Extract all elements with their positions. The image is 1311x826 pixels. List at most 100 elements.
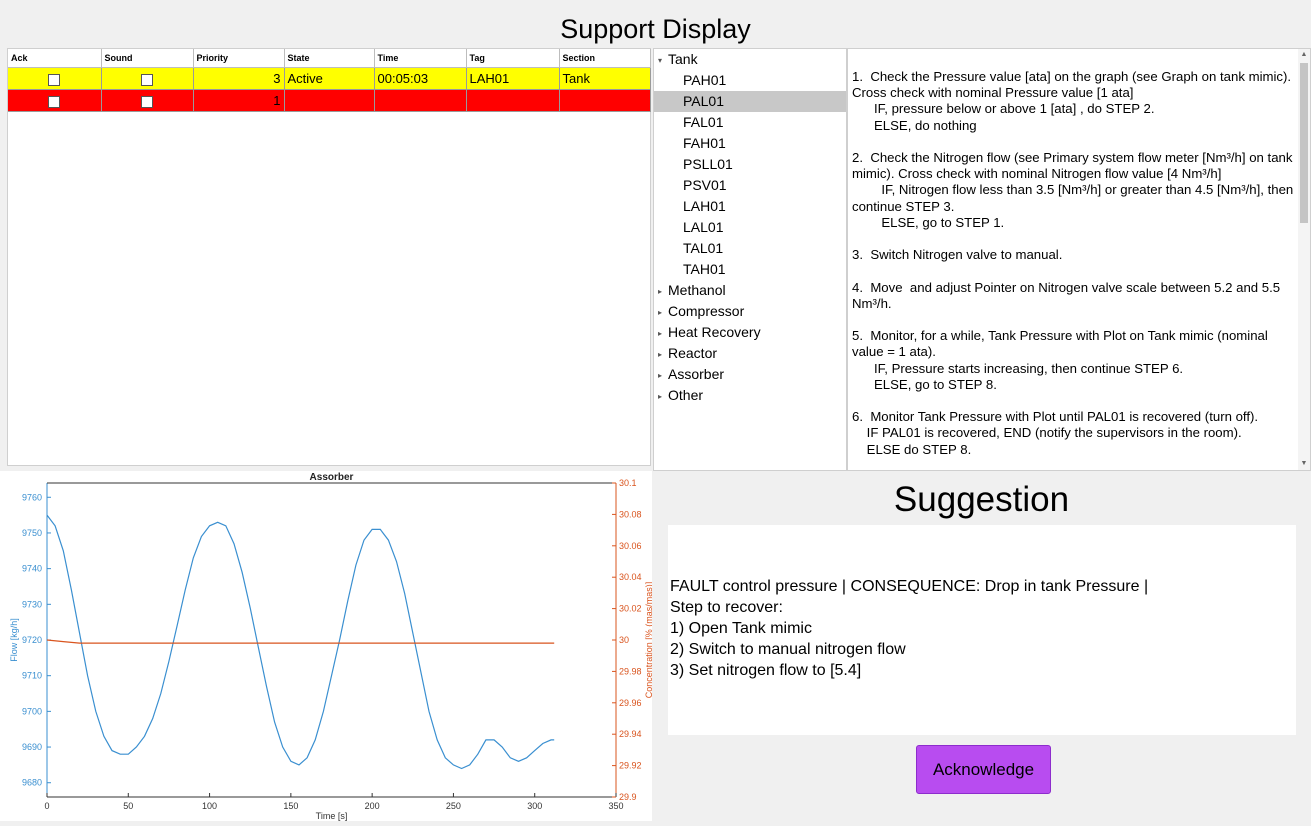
acknowledge-button[interactable]: Acknowledge (916, 745, 1051, 794)
y-tick-label-left: 9680 (22, 778, 42, 788)
column-header-sound[interactable]: Sound (101, 49, 194, 68)
y-tick-label-left: 9700 (22, 706, 42, 716)
procedure-scrollbar[interactable]: ▲ ▼ (1298, 49, 1310, 470)
y-tick-label-right: 30.1 (619, 478, 637, 488)
tree-leaf[interactable]: LAH01 (654, 196, 846, 217)
sound-checkbox[interactable] (141, 95, 153, 108)
y-tick-label-left: 9690 (22, 742, 42, 752)
sound-cell (101, 89, 194, 112)
caret-right-icon[interactable]: ▸ (658, 281, 668, 302)
procedure-panel: 1. Check the Pressure value [ata] on the… (847, 48, 1311, 471)
page-title: Support Display (560, 14, 751, 44)
tree-node-label: Other (668, 387, 704, 403)
y-tick-label-left: 9760 (22, 492, 42, 502)
y-tick-label-right: 29.92 (619, 761, 642, 771)
column-header-state[interactable]: State (284, 49, 375, 68)
suggestion-title: Suggestion (893, 480, 1070, 519)
x-tick-label: 100 (202, 801, 217, 811)
time-cell: 00:05:04 (374, 89, 467, 112)
y-tick-label-right: 30 (619, 635, 629, 645)
alarm-row[interactable]: 1 Active 00:05:04 PAL01 Tank (8, 89, 651, 112)
chart-svg: Assorber 0 50 100 150 200 250 300 350 9680 9690 970… (9, 472, 654, 821)
tree-node-label: Assorber (668, 366, 725, 382)
caret-right-icon[interactable]: ▸ (658, 302, 668, 323)
state-cell: Active (284, 89, 375, 112)
tree-leaf[interactable]: LAL01 (654, 217, 846, 238)
alarm-table-header: Ack Sound Priority State Time Tag Sectio… (8, 49, 651, 68)
tree-node-methanol[interactable]: ▸ Methanol (654, 280, 846, 301)
scroll-thumb[interactable] (1300, 63, 1308, 223)
procedure-text: 1. Check the Pressure value [ata] on the… (852, 69, 1294, 457)
tree-node-heat-recovery[interactable]: ▸ Heat Recovery (654, 322, 846, 343)
x-axis-label: Time [s] (316, 811, 348, 821)
caret-right-icon[interactable]: ▸ (658, 365, 668, 386)
caret-right-icon[interactable]: ▸ (658, 386, 668, 407)
caret-down-icon[interactable]: ▾ (658, 50, 668, 71)
caret-right-icon[interactable]: ▸ (658, 323, 668, 344)
ack-checkbox[interactable] (48, 73, 61, 86)
sound-checkbox[interactable] (141, 73, 153, 86)
tree-node-compressor[interactable]: ▸ Compressor (654, 301, 846, 322)
x-tick-label: 50 (123, 801, 133, 811)
tree-leaf[interactable]: PSV01 (654, 175, 846, 196)
section-tree: ▾ Tank PAH01 PAL01 FAL01 FAH01 PSLL01 PSV… (653, 48, 847, 471)
y-tick-label-right: 29.98 (619, 666, 642, 676)
x-tick-label: 150 (283, 801, 298, 811)
section-cell: Tank (559, 67, 651, 90)
tag-cell: LAH01 (466, 67, 560, 90)
y-tick-label-right: 30.02 (619, 604, 642, 614)
y-tick-label-right: 29.94 (619, 729, 642, 739)
tree-node-label: Heat Recovery (668, 324, 761, 340)
y-axis-label-right: Concentration [% (mas/mas)] (644, 582, 652, 699)
ack-cell (8, 67, 102, 90)
scroll-up-icon[interactable]: ▲ (1298, 49, 1310, 61)
tree-node-other[interactable]: ▸ Other (654, 385, 846, 406)
tree-node-tank[interactable]: ▾ Tank (654, 49, 846, 70)
x-tick-label: 250 (446, 801, 461, 811)
tree-leaf[interactable]: FAH01 (654, 133, 846, 154)
y-tick-label-right: 30.08 (619, 509, 642, 519)
section-cell: Tank (559, 89, 651, 112)
y-tick-label-right: 29.9 (619, 792, 637, 802)
y-tick-label-left: 9740 (22, 564, 42, 574)
y-tick-label-right: 29.96 (619, 698, 642, 708)
tree-leaf[interactable]: TAH01 (654, 259, 846, 280)
y-tick-label-right: 30.06 (619, 541, 642, 551)
state-cell: Active (284, 67, 375, 90)
priority-cell: 3 (193, 67, 285, 90)
y-axis-label-left: Flow [kg/h] (9, 618, 19, 662)
alarm-row[interactable]: 3 Active 00:05:03 LAH01 Tank (8, 67, 651, 90)
x-tick-label: 200 (365, 801, 380, 811)
chart-title: Assorber (310, 472, 354, 483)
assorber-chart: Assorber 0 50 100 150 200 250 300 350 9680 9690 970… (0, 471, 654, 821)
x-tick-label: 300 (527, 801, 542, 811)
tree-leaf[interactable]: FAL01 (654, 112, 846, 133)
tree-leaf[interactable]: PSLL01 (654, 154, 846, 175)
tree-node-reactor[interactable]: ▸ Reactor (654, 343, 846, 364)
column-header-section[interactable]: Section (559, 49, 651, 68)
x-tick-label: 0 (44, 801, 49, 811)
alarm-table: Ack Sound Priority State Time Tag Sectio… (7, 48, 651, 466)
y-tick-label-left: 9730 (22, 599, 42, 609)
ack-checkbox[interactable] (48, 95, 61, 108)
column-header-tag[interactable]: Tag (466, 49, 560, 68)
column-header-ack[interactable]: Ack (8, 49, 102, 68)
caret-right-icon[interactable]: ▸ (658, 344, 668, 365)
tree-leaf[interactable]: PAH01 (654, 70, 846, 91)
tree-leaf[interactable]: TAL01 (654, 238, 846, 259)
column-header-time[interactable]: Time (374, 49, 467, 68)
time-cell: 00:05:03 (374, 67, 467, 90)
priority-cell: 1 (193, 89, 285, 112)
tree-leaf-selected[interactable]: PAL01 (654, 91, 846, 112)
column-header-priority[interactable]: Priority (193, 49, 285, 68)
y-tick-label-left: 9720 (22, 635, 42, 645)
tree-node-assorber[interactable]: ▸ Assorber (654, 364, 846, 385)
y-tick-label-right: 30.04 (619, 572, 642, 582)
scroll-down-icon[interactable]: ▼ (1298, 458, 1310, 470)
suggestion-box: FAULT control pressure | CONSEQUENCE: Dr… (668, 525, 1296, 735)
sound-cell (101, 67, 194, 90)
x-tick-label: 350 (608, 801, 623, 811)
y-tick-label-left: 9710 (22, 671, 42, 681)
suggestion-text: FAULT control pressure | CONSEQUENCE: Dr… (670, 578, 1149, 679)
y-tick-label-left: 9750 (22, 528, 42, 538)
